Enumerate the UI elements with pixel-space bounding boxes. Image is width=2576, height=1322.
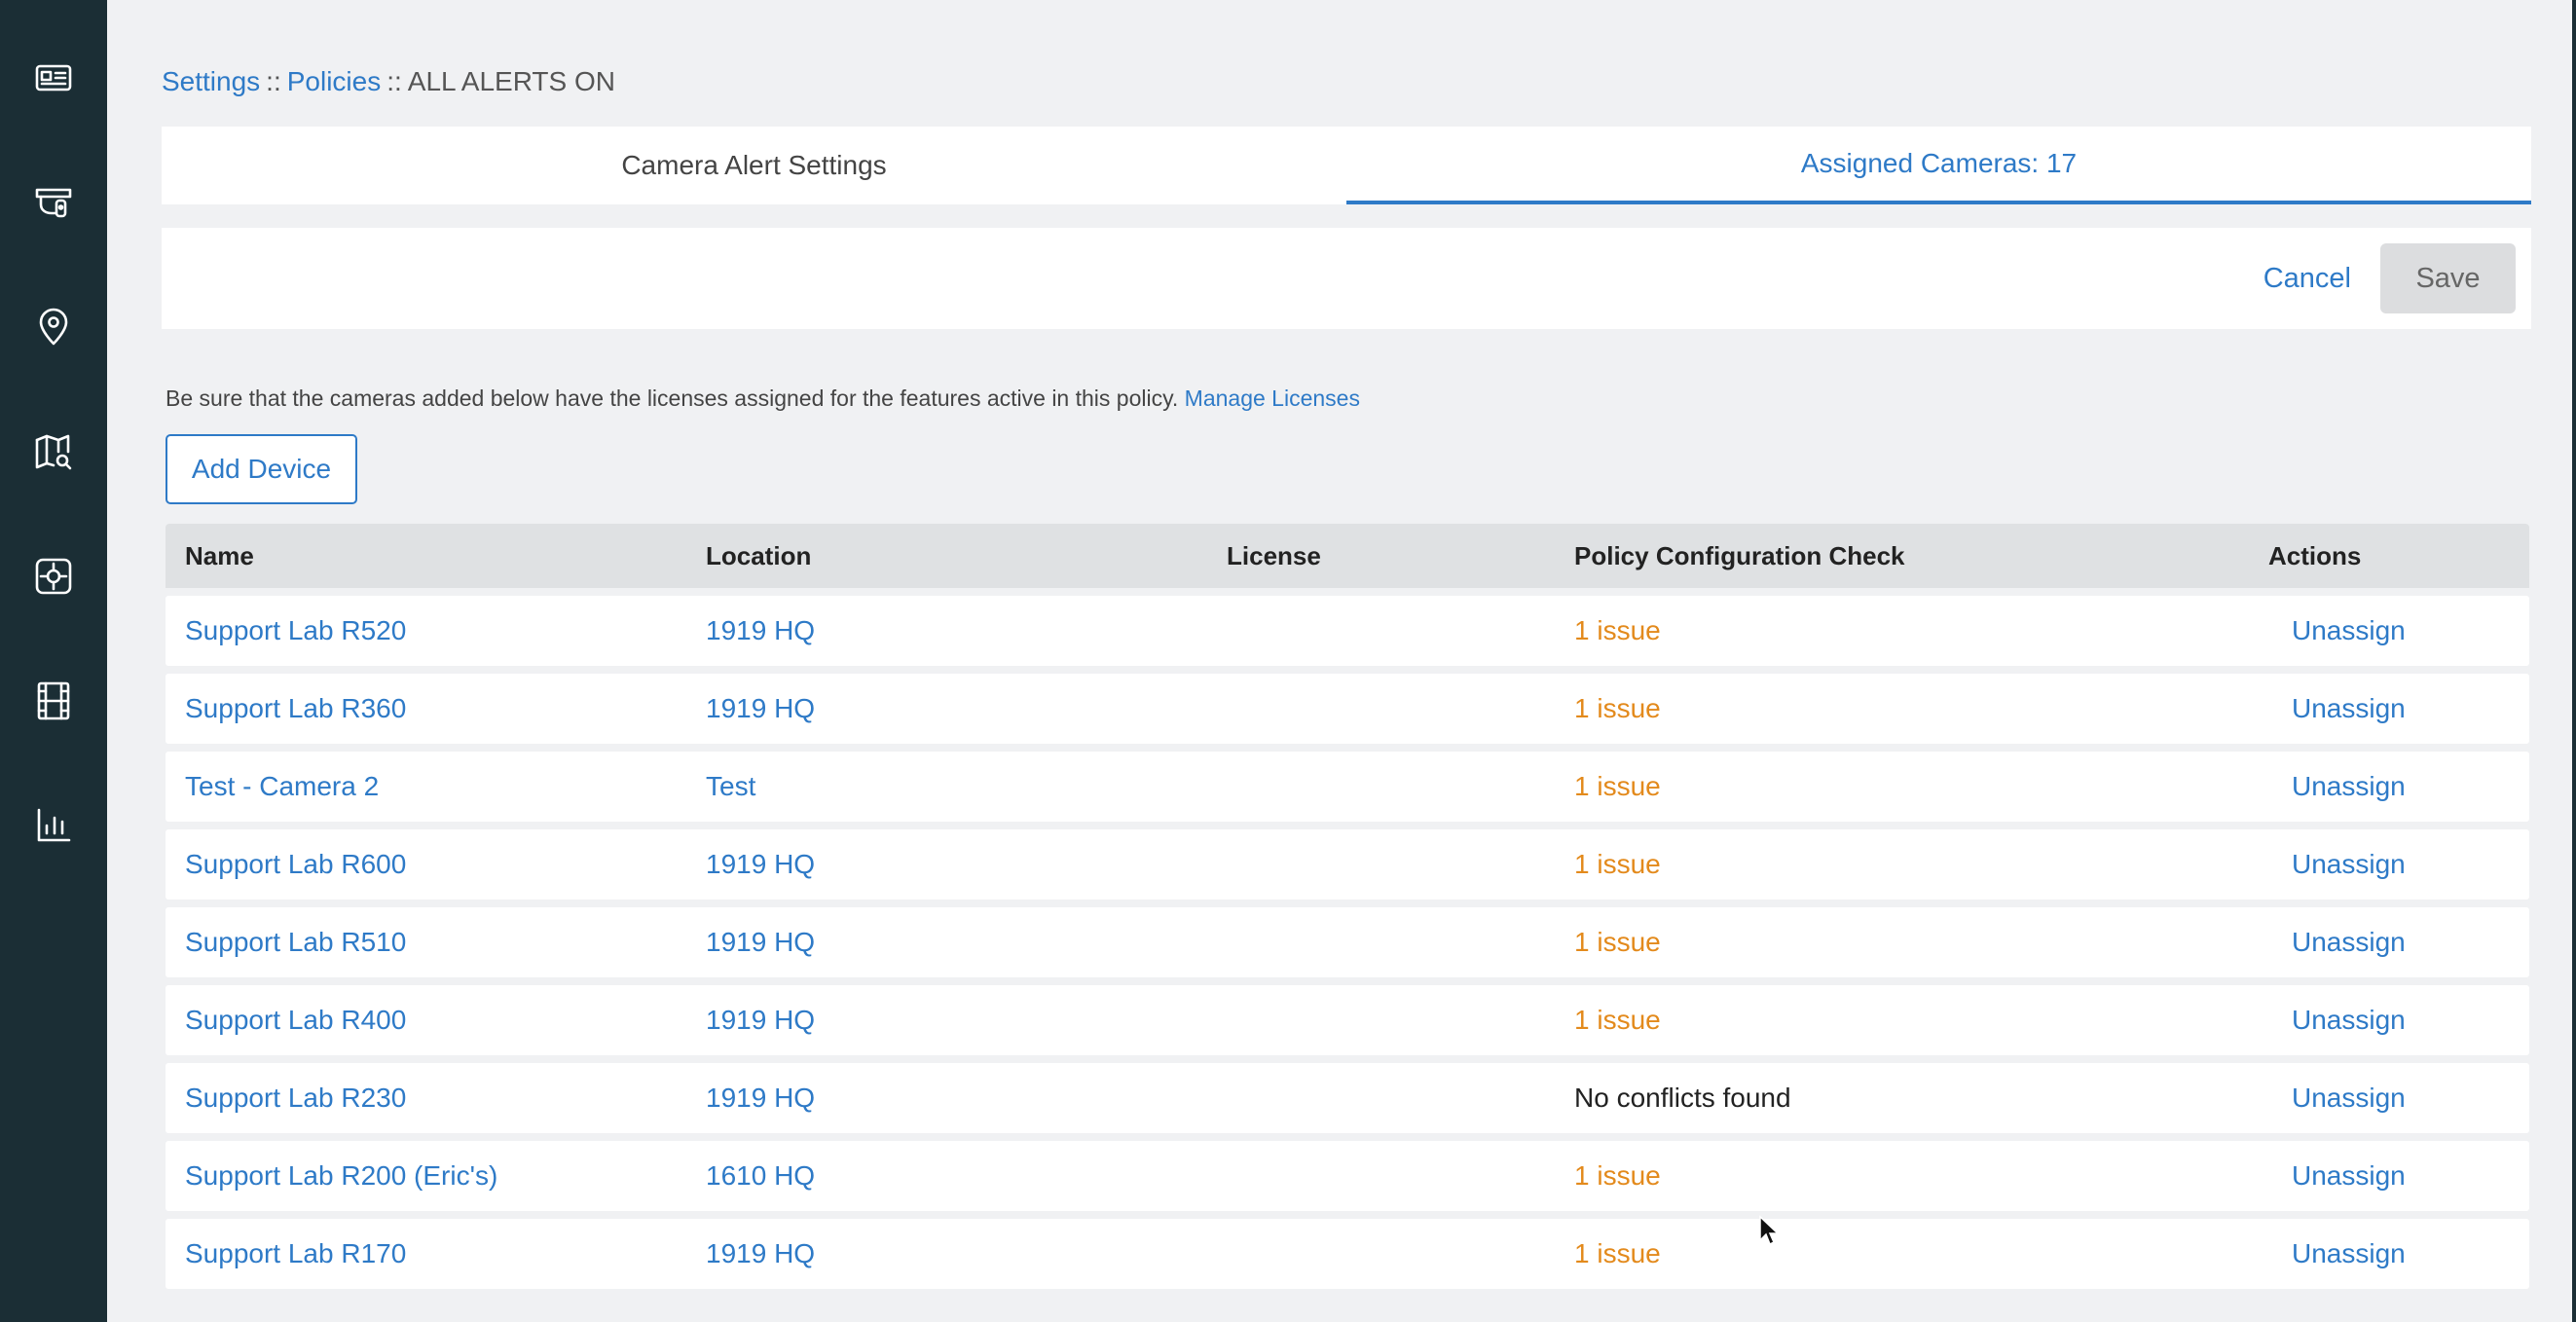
unassign-button[interactable]: Unassign [2292, 596, 2406, 666]
window-edge [2572, 0, 2576, 1322]
unassign-button[interactable]: Unassign [2292, 1063, 2406, 1133]
main-content: Settings:: Policies:: ALL ALERTS ON Camera… [107, 0, 2576, 1322]
manage-licenses-link[interactable]: Manage Licenses [1185, 386, 1360, 411]
camera-name-link[interactable]: Test - Camera 2 [185, 752, 379, 822]
camera-name-link[interactable]: Support Lab R360 [185, 674, 406, 744]
table-row: Support Lab R600 1919 HQ 1 issue Unassign [166, 829, 2529, 900]
table-row: Support Lab R200 (Eric's) 1610 HQ 1 issue U… [166, 1141, 2529, 1211]
camera-name-link[interactable]: Support Lab R230 [185, 1063, 406, 1133]
table-header: Name Location License Policy Configurati… [166, 524, 2529, 588]
header-license[interactable]: License [1227, 524, 1321, 588]
camera-location-link[interactable]: 1919 HQ [706, 829, 815, 900]
camera-name-link[interactable]: Support Lab R400 [185, 985, 406, 1055]
table-row: Test - Camera 2 Test 1 issue Unassign [166, 752, 2529, 822]
tab-camera-alert-settings[interactable]: Camera Alert Settings [162, 127, 1346, 204]
analytics-chart-icon[interactable] [26, 798, 81, 853]
license-note: Be sure that the cameras added below hav… [166, 386, 1360, 412]
unassign-button[interactable]: Unassign [2292, 1219, 2406, 1289]
camera-name-link[interactable]: Support Lab R170 [185, 1219, 406, 1289]
camera-location-link[interactable]: 1919 HQ [706, 596, 815, 666]
header-policy-check: Policy Configuration Check [1574, 540, 1905, 570]
policy-check-status: No conflicts found [1574, 1083, 1791, 1113]
policy-check-status[interactable]: 1 issue [1574, 674, 1661, 744]
unassign-button[interactable]: Unassign [2292, 1141, 2406, 1211]
tab-assigned-cameras[interactable]: Assigned Cameras: 17 [1346, 127, 2531, 204]
mouse-cursor-icon [1759, 1215, 1780, 1246]
camera-location-link[interactable]: 1919 HQ [706, 1219, 815, 1289]
unassign-button[interactable]: Unassign [2292, 985, 2406, 1055]
camera-location-link[interactable]: 1610 HQ [706, 1141, 815, 1211]
breadcrumb-settings[interactable]: Settings [162, 66, 260, 96]
table-row: Support Lab R230 1919 HQ No conflicts foun… [166, 1063, 2529, 1133]
camera-name-link[interactable]: Support Lab R510 [185, 907, 406, 977]
dashboard-card-icon[interactable] [26, 51, 81, 105]
table-row: Support Lab R400 1919 HQ 1 issue Unassign [166, 985, 2529, 1055]
map-search-icon[interactable] [26, 424, 81, 479]
camera-location-link[interactable]: 1919 HQ [706, 674, 815, 744]
table-row: Support Lab R170 1919 HQ 1 issue Unassign [166, 1219, 2529, 1289]
camera-location-link[interactable]: 1919 HQ [706, 1063, 815, 1133]
unassign-button[interactable]: Unassign [2292, 752, 2406, 822]
breadcrumb-current: ALL ALERTS ON [407, 66, 615, 96]
breadcrumb-policies[interactable]: Policies [287, 66, 381, 96]
assigned-cameras-table: Name Location License Policy Configurati… [166, 524, 2529, 1289]
film-icon[interactable] [26, 674, 81, 728]
policy-check-status[interactable]: 1 issue [1574, 752, 1661, 822]
action-bar: Cancel Save [162, 228, 2531, 329]
camera-name-link[interactable]: Support Lab R600 [185, 829, 406, 900]
sidebar [0, 0, 107, 1322]
table-row: Support Lab R520 1919 HQ 1 issue Unassign [166, 596, 2529, 666]
breadcrumb-separator: :: [386, 66, 402, 96]
header-location[interactable]: Location [706, 524, 811, 588]
header-name[interactable]: Name [185, 524, 254, 588]
policy-check-status[interactable]: 1 issue [1574, 1219, 1661, 1289]
policy-check-status[interactable]: 1 issue [1574, 1141, 1661, 1211]
camera-name-link[interactable]: Support Lab R200 (Eric's) [185, 1141, 497, 1211]
license-note-text: Be sure that the cameras added below hav… [166, 386, 1179, 411]
unassign-button[interactable]: Unassign [2292, 829, 2406, 900]
policy-check-status[interactable]: 1 issue [1574, 985, 1661, 1055]
camera-location-link[interactable]: Test [706, 752, 755, 822]
table-row: Support Lab R360 1919 HQ 1 issue Unassign [166, 674, 2529, 744]
breadcrumb-separator: :: [266, 66, 281, 96]
unassign-button[interactable]: Unassign [2292, 674, 2406, 744]
add-device-button[interactable]: Add Device [166, 434, 357, 504]
alert-target-icon[interactable] [26, 549, 81, 604]
camera-icon[interactable] [26, 175, 81, 230]
camera-location-link[interactable]: 1919 HQ [706, 907, 815, 977]
tab-bar: Camera Alert Settings Assigned Cameras: … [162, 127, 2531, 204]
save-button[interactable]: Save [2380, 243, 2516, 313]
header-actions: Actions [2268, 540, 2362, 570]
policy-check-status[interactable]: 1 issue [1574, 829, 1661, 900]
unassign-button[interactable]: Unassign [2292, 907, 2406, 977]
camera-location-link[interactable]: 1919 HQ [706, 985, 815, 1055]
location-pin-icon[interactable] [26, 299, 81, 353]
policy-check-status[interactable]: 1 issue [1574, 907, 1661, 977]
breadcrumb: Settings:: Policies:: ALL ALERTS ON [162, 66, 615, 97]
camera-name-link[interactable]: Support Lab R520 [185, 596, 406, 666]
cancel-button[interactable]: Cancel [2263, 263, 2351, 295]
policy-check-status[interactable]: 1 issue [1574, 596, 1661, 666]
table-row: Support Lab R510 1919 HQ 1 issue Unassign [166, 907, 2529, 977]
